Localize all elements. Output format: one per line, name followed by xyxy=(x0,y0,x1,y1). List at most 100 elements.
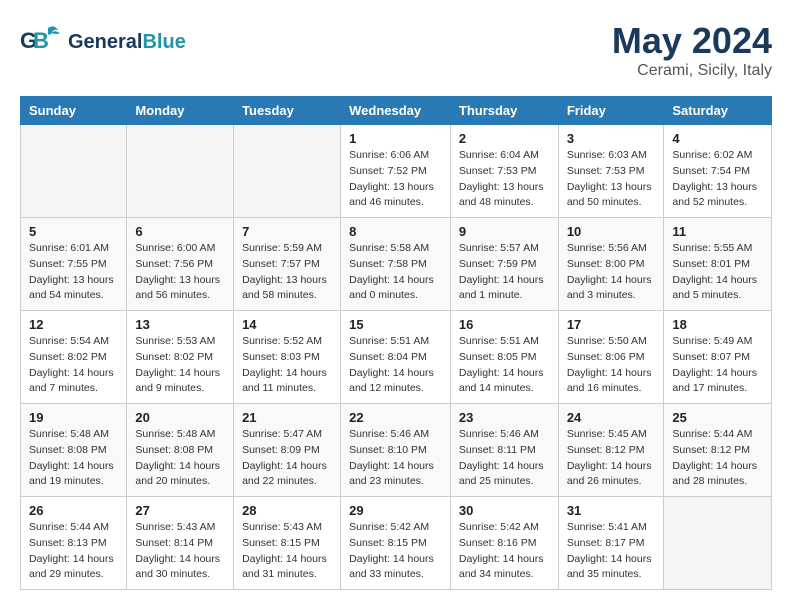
day-info: Sunrise: 6:06 AMSunset: 7:52 PMDaylight:… xyxy=(349,148,442,211)
day-info: Sunrise: 6:02 AMSunset: 7:54 PMDaylight:… xyxy=(672,148,763,211)
day-info: Sunrise: 5:46 AMSunset: 8:11 PMDaylight:… xyxy=(459,427,550,490)
calendar-cell: 10 Sunrise: 5:56 AMSunset: 8:00 PMDayligh… xyxy=(558,218,664,311)
calendar-cell: 13 Sunrise: 5:53 AMSunset: 8:02 PMDayligh… xyxy=(127,311,234,404)
calendar-cell: 27 Sunrise: 5:43 AMSunset: 8:14 PMDayligh… xyxy=(127,497,234,590)
day-number: 31 xyxy=(567,503,656,518)
day-number: 6 xyxy=(135,224,225,239)
logo: G B GeneralBlue xyxy=(20,20,186,64)
day-info: Sunrise: 5:59 AMSunset: 7:57 PMDaylight:… xyxy=(242,241,332,304)
week-row-3: 12 Sunrise: 5:54 AMSunset: 8:02 PMDayligh… xyxy=(21,311,772,404)
calendar-cell: 11Sunrise: 5:55 AMSunset: 8:01 PMDayligh… xyxy=(664,218,772,311)
day-header-sunday: Sunday xyxy=(21,97,127,125)
day-number: 1 xyxy=(349,131,442,146)
calendar-cell: 28 Sunrise: 5:43 AMSunset: 8:15 PMDayligh… xyxy=(234,497,341,590)
week-row-4: 19 Sunrise: 5:48 AMSunset: 8:08 PMDayligh… xyxy=(21,404,772,497)
day-header-tuesday: Tuesday xyxy=(234,97,341,125)
day-number: 7 xyxy=(242,224,332,239)
day-number: 29 xyxy=(349,503,442,518)
day-number: 22 xyxy=(349,410,442,425)
day-info: Sunrise: 5:53 AMSunset: 8:02 PMDaylight:… xyxy=(135,334,225,397)
month-year: May 2024 xyxy=(612,20,772,62)
calendar-cell: 17 Sunrise: 5:50 AMSunset: 8:06 PMDayligh… xyxy=(558,311,664,404)
day-number: 20 xyxy=(135,410,225,425)
day-header-monday: Monday xyxy=(127,97,234,125)
day-info: Sunrise: 5:56 AMSunset: 8:00 PMDaylight:… xyxy=(567,241,656,304)
day-number: 15 xyxy=(349,317,442,332)
calendar-cell: 15 Sunrise: 5:51 AMSunset: 8:04 PMDayligh… xyxy=(341,311,451,404)
calendar-cell xyxy=(234,125,341,218)
week-row-2: 5Sunrise: 6:01 AMSunset: 7:55 PMDaylight… xyxy=(21,218,772,311)
calendar-cell: 30 Sunrise: 5:42 AMSunset: 8:16 PMDayligh… xyxy=(450,497,558,590)
logo-general: General xyxy=(68,31,142,53)
day-number: 24 xyxy=(567,410,656,425)
day-number: 25 xyxy=(672,410,763,425)
day-header-thursday: Thursday xyxy=(450,97,558,125)
calendar-cell: 2 Sunrise: 6:04 AMSunset: 7:53 PMDaylight… xyxy=(450,125,558,218)
calendar-cell xyxy=(21,125,127,218)
day-number: 17 xyxy=(567,317,656,332)
day-info: Sunrise: 5:55 AMSunset: 8:01 PMDaylight:… xyxy=(672,241,763,304)
day-info: Sunrise: 5:49 AMSunset: 8:07 PMDaylight:… xyxy=(672,334,763,397)
calendar-cell: 20 Sunrise: 5:48 AMSunset: 8:08 PMDayligh… xyxy=(127,404,234,497)
calendar-cell: 24 Sunrise: 5:45 AMSunset: 8:12 PMDayligh… xyxy=(558,404,664,497)
day-info: Sunrise: 5:51 AMSunset: 8:04 PMDaylight:… xyxy=(349,334,442,397)
day-info: Sunrise: 5:50 AMSunset: 8:06 PMDaylight:… xyxy=(567,334,656,397)
day-number: 30 xyxy=(459,503,550,518)
day-number: 3 xyxy=(567,131,656,146)
day-info: Sunrise: 5:47 AMSunset: 8:09 PMDaylight:… xyxy=(242,427,332,490)
day-number: 18 xyxy=(672,317,763,332)
day-info: Sunrise: 5:42 AMSunset: 8:15 PMDaylight:… xyxy=(349,520,442,583)
calendar-cell xyxy=(127,125,234,218)
day-info: Sunrise: 5:54 AMSunset: 8:02 PMDaylight:… xyxy=(29,334,118,397)
day-number: 19 xyxy=(29,410,118,425)
calendar-cell: 9 Sunrise: 5:57 AMSunset: 7:59 PMDaylight… xyxy=(450,218,558,311)
day-info: Sunrise: 5:45 AMSunset: 8:12 PMDaylight:… xyxy=(567,427,656,490)
svg-text:B: B xyxy=(33,28,49,53)
day-number: 28 xyxy=(242,503,332,518)
location: Cerami, Sicily, Italy xyxy=(612,62,772,80)
day-info: Sunrise: 6:03 AMSunset: 7:53 PMDaylight:… xyxy=(567,148,656,211)
day-info: Sunrise: 5:43 AMSunset: 8:15 PMDaylight:… xyxy=(242,520,332,583)
calendar-cell: 18 Sunrise: 5:49 AMSunset: 8:07 PMDayligh… xyxy=(664,311,772,404)
day-header-saturday: Saturday xyxy=(664,97,772,125)
calendar-cell: 26Sunrise: 5:44 AMSunset: 8:13 PMDayligh… xyxy=(21,497,127,590)
day-number: 12 xyxy=(29,317,118,332)
day-info: Sunrise: 6:00 AMSunset: 7:56 PMDaylight:… xyxy=(135,241,225,304)
calendar-cell: 12 Sunrise: 5:54 AMSunset: 8:02 PMDayligh… xyxy=(21,311,127,404)
calendar-table: SundayMondayTuesdayWednesdayThursdayFrid… xyxy=(20,96,772,590)
day-info: Sunrise: 6:01 AMSunset: 7:55 PMDaylight:… xyxy=(29,241,118,304)
day-info: Sunrise: 5:51 AMSunset: 8:05 PMDaylight:… xyxy=(459,334,550,397)
calendar-cell: 29 Sunrise: 5:42 AMSunset: 8:15 PMDayligh… xyxy=(341,497,451,590)
day-info: Sunrise: 5:41 AMSunset: 8:17 PMDaylight:… xyxy=(567,520,656,583)
day-number: 13 xyxy=(135,317,225,332)
calendar-cell: 3 Sunrise: 6:03 AMSunset: 7:53 PMDaylight… xyxy=(558,125,664,218)
day-info: Sunrise: 5:48 AMSunset: 8:08 PMDaylight:… xyxy=(135,427,225,490)
day-number: 4 xyxy=(672,131,763,146)
calendar-cell: 25 Sunrise: 5:44 AMSunset: 8:12 PMDayligh… xyxy=(664,404,772,497)
calendar-cell: 6 Sunrise: 6:00 AMSunset: 7:56 PMDaylight… xyxy=(127,218,234,311)
day-number: 2 xyxy=(459,131,550,146)
day-info: Sunrise: 5:44 AMSunset: 8:12 PMDaylight:… xyxy=(672,427,763,490)
day-number: 10 xyxy=(567,224,656,239)
week-row-1: 1 Sunrise: 6:06 AMSunset: 7:52 PMDaylight… xyxy=(21,125,772,218)
calendar-cell: 21 Sunrise: 5:47 AMSunset: 8:09 PMDayligh… xyxy=(234,404,341,497)
day-info: Sunrise: 5:48 AMSunset: 8:08 PMDaylight:… xyxy=(29,427,118,490)
calendar-cell: 1 Sunrise: 6:06 AMSunset: 7:52 PMDaylight… xyxy=(341,125,451,218)
day-info: Sunrise: 5:57 AMSunset: 7:59 PMDaylight:… xyxy=(459,241,550,304)
logo-blue: Blue xyxy=(142,31,185,53)
calendar-cell: 14 Sunrise: 5:52 AMSunset: 8:03 PMDayligh… xyxy=(234,311,341,404)
day-header-friday: Friday xyxy=(558,97,664,125)
calendar-cell: 4 Sunrise: 6:02 AMSunset: 7:54 PMDaylight… xyxy=(664,125,772,218)
day-number: 8 xyxy=(349,224,442,239)
day-number: 21 xyxy=(242,410,332,425)
day-number: 23 xyxy=(459,410,550,425)
day-number: 9 xyxy=(459,224,550,239)
day-number: 27 xyxy=(135,503,225,518)
calendar-cell: 22Sunrise: 5:46 AMSunset: 8:10 PMDayligh… xyxy=(341,404,451,497)
day-info: Sunrise: 5:43 AMSunset: 8:14 PMDaylight:… xyxy=(135,520,225,583)
day-number: 14 xyxy=(242,317,332,332)
day-info: Sunrise: 5:42 AMSunset: 8:16 PMDaylight:… xyxy=(459,520,550,583)
day-info: Sunrise: 6:04 AMSunset: 7:53 PMDaylight:… xyxy=(459,148,550,211)
day-info: Sunrise: 5:52 AMSunset: 8:03 PMDaylight:… xyxy=(242,334,332,397)
calendar-cell xyxy=(664,497,772,590)
